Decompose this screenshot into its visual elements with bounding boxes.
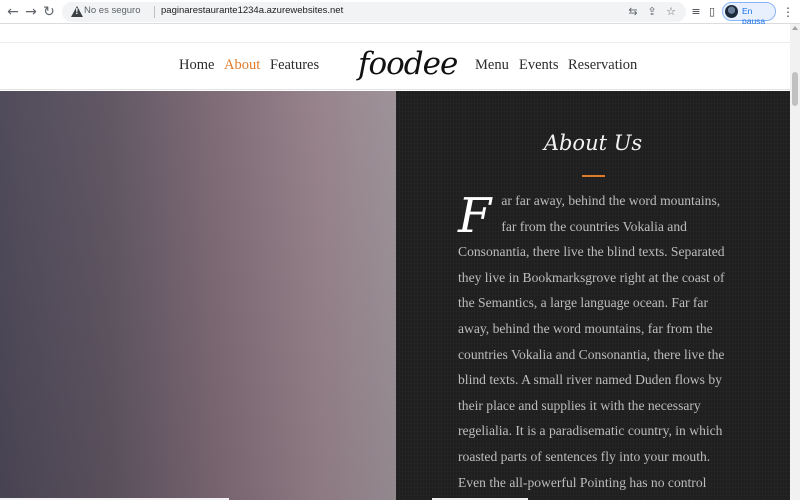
profile-status: En pausa — [742, 6, 766, 26]
about-section: About Us F ar far away, behind the word … — [396, 91, 790, 500]
translate-icon[interactable]: ⇆ — [626, 4, 640, 20]
site-navbar: Home About Features foodee Menu Events R… — [0, 42, 790, 90]
nav-home[interactable]: Home — [179, 57, 214, 74]
star-icon[interactable]: ☆ — [664, 4, 678, 20]
about-text: F ar far away, behind the word mountains… — [458, 188, 728, 500]
share-icon[interactable]: ⇪ — [645, 4, 659, 20]
vertical-scrollbar[interactable] — [790, 24, 800, 500]
back-icon[interactable]: ← — [4, 3, 22, 21]
reading-list-icon[interactable]: ≡ — [689, 4, 703, 20]
web-page: Home About Features foodee Menu Events R… — [0, 24, 790, 500]
profile-button[interactable]: En pausa — [722, 2, 776, 26]
address-bar[interactable]: No es seguro paginarestaurante1234a.azur… — [62, 2, 686, 22]
browser-toolbar: ← → ↻ No es seguro paginarestaurante1234… — [0, 0, 800, 26]
nav-features[interactable]: Features — [270, 57, 319, 74]
nav-reservation[interactable]: Reservation — [568, 57, 637, 74]
reload-icon[interactable]: ↻ — [40, 3, 58, 21]
scroll-thumb[interactable] — [792, 72, 798, 106]
separator — [154, 6, 155, 18]
avatar — [725, 5, 738, 18]
side-panel-icon[interactable]: ▯ — [705, 4, 719, 20]
brand-logo[interactable]: foodee — [358, 46, 458, 82]
nav-menu[interactable]: Menu — [475, 57, 509, 74]
nav-about[interactable]: About — [224, 57, 260, 74]
accent-divider — [582, 175, 605, 177]
nav-events[interactable]: Events — [519, 57, 558, 74]
security-label[interactable]: No es seguro — [84, 5, 141, 16]
hero-image — [0, 91, 396, 500]
scroll-up-icon[interactable] — [792, 26, 798, 30]
not-secure-icon[interactable] — [71, 6, 83, 17]
drop-cap: F — [458, 188, 492, 244]
url-text[interactable]: paginarestaurante1234a.azurewebsites.net — [161, 5, 343, 16]
about-title: About Us — [543, 131, 643, 155]
about-paragraph: ar far away, behind the word mountains, … — [458, 193, 725, 490]
more-menu-icon[interactable]: ⋮ — [782, 3, 794, 21]
forward-icon[interactable]: → — [22, 3, 40, 21]
